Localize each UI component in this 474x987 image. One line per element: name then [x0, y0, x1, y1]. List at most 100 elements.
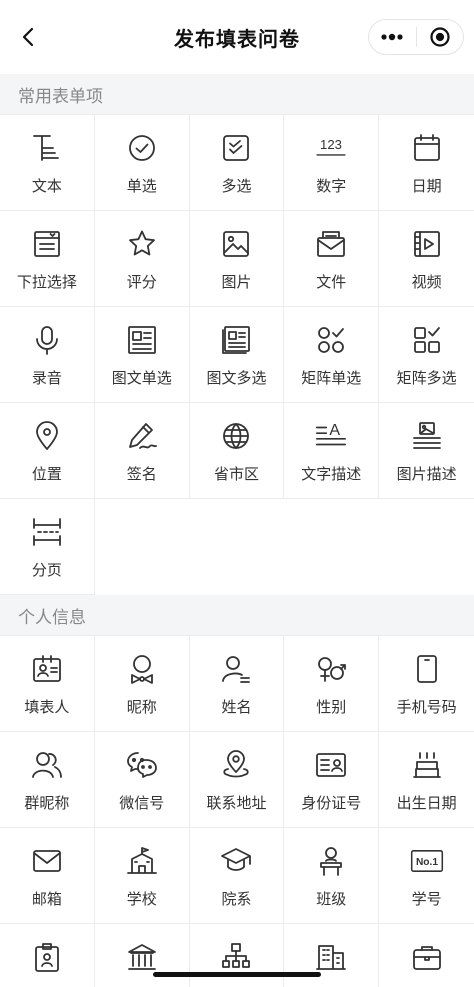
microphone-icon	[30, 323, 64, 357]
video-icon	[410, 227, 444, 261]
field-type-dropdown[interactable]: 下拉选择	[0, 211, 95, 307]
field-type-file[interactable]: 文件	[284, 211, 380, 307]
image-description-icon	[410, 419, 444, 453]
number-icon: 123	[314, 131, 348, 165]
empty-grid-cell	[284, 499, 380, 595]
field-type-pagination[interactable]: 分页	[0, 499, 95, 595]
wechat-icon	[125, 748, 159, 782]
birthday-cake-icon	[410, 748, 444, 782]
field-type-calendar[interactable]: 日期	[379, 115, 474, 211]
field-type-phone[interactable]: 手机号码	[379, 636, 474, 732]
empty-grid-cell	[94, 499, 190, 595]
field-type-label: 数字	[316, 178, 347, 195]
field-type-label: 性别	[316, 699, 347, 716]
empty-grid-cell	[189, 499, 285, 595]
globe-icon	[219, 419, 253, 453]
field-type-id-card[interactable]: 身份证号	[284, 732, 380, 828]
field-type-globe[interactable]: 省市区	[189, 403, 285, 499]
field-type-label: 录音	[31, 370, 62, 387]
briefcase-icon	[410, 940, 444, 974]
nickname-icon	[125, 652, 159, 686]
field-type-label: 分页	[31, 562, 62, 579]
mini-program-capsule	[368, 19, 464, 55]
field-type-label: 填表人	[24, 699, 70, 716]
pagination-icon	[30, 515, 64, 549]
field-type-label: 文本	[31, 178, 62, 195]
field-type-label: 学号	[411, 891, 442, 908]
field-type-star[interactable]: 评分	[94, 211, 190, 307]
field-type-student-number[interactable]: No.1 学号	[379, 828, 474, 924]
image-text-multi-icon	[219, 323, 253, 357]
graduation-cap-icon	[219, 844, 253, 878]
more-button[interactable]	[369, 20, 416, 54]
badge-icon	[30, 940, 64, 974]
field-type-group[interactable]: 群昵称	[0, 732, 95, 828]
field-type-radio-check[interactable]: 单选	[94, 115, 190, 211]
signature-icon	[125, 419, 159, 453]
gender-icon	[314, 652, 348, 686]
field-type-label: 图文单选	[111, 370, 172, 387]
field-type-label: 昵称	[126, 699, 157, 716]
field-type-org-chart[interactable]	[189, 924, 285, 987]
field-type-label: 班级	[316, 891, 347, 908]
field-type-label: 邮箱	[31, 891, 62, 908]
field-type-number[interactable]: 123 数字	[284, 115, 380, 211]
field-type-building[interactable]	[284, 924, 380, 987]
field-type-badge[interactable]	[0, 924, 95, 987]
phone-icon	[410, 652, 444, 686]
bank-icon	[125, 940, 159, 974]
field-type-nickname[interactable]: 昵称	[94, 636, 190, 732]
field-type-id-badge[interactable]: 填表人	[0, 636, 95, 732]
school-icon	[125, 844, 159, 878]
field-type-user-name[interactable]: 姓名	[189, 636, 285, 732]
field-type-label: 日期	[411, 178, 442, 195]
common-fields-grid: 文本 单选 多选 123 数字 日期下拉选择 评分 图片 文件 视频录音 图文单选 图文多选 矩阵单选 矩…	[0, 114, 474, 595]
image-icon	[219, 227, 253, 261]
field-type-label: 图片描述	[396, 466, 457, 483]
chevron-left-icon	[22, 27, 34, 47]
field-type-graduation-cap[interactable]: 院系	[189, 828, 285, 924]
field-type-image-text-single[interactable]: 图文单选	[94, 307, 190, 403]
student-number-icon: No.1	[410, 844, 444, 878]
field-type-label: 矩阵单选	[301, 370, 362, 387]
matrix-multi-icon	[410, 323, 444, 357]
back-button[interactable]	[14, 22, 44, 52]
svg-text:123: 123	[320, 137, 342, 152]
field-type-mail[interactable]: 邮箱	[0, 828, 95, 924]
field-type-label: 院系	[221, 891, 252, 908]
field-type-text[interactable]: 文本	[0, 115, 95, 211]
field-type-label: 姓名	[221, 699, 252, 716]
field-type-label: 单选	[126, 178, 157, 195]
field-type-microphone[interactable]: 录音	[0, 307, 95, 403]
field-type-text-description[interactable]: A 文字描述	[284, 403, 380, 499]
field-type-briefcase[interactable]	[379, 924, 474, 987]
field-type-address[interactable]: 联系地址	[189, 732, 285, 828]
section-header-personal: 个人信息	[0, 595, 474, 635]
group-icon	[30, 748, 64, 782]
field-type-image-description[interactable]: 图片描述	[379, 403, 474, 499]
text-icon	[30, 131, 64, 165]
field-type-matrix-multi[interactable]: 矩阵多选	[379, 307, 474, 403]
field-type-bank[interactable]	[94, 924, 190, 987]
field-type-label: 微信号	[119, 795, 165, 812]
field-type-image-text-multi[interactable]: 图文多选	[189, 307, 285, 403]
field-type-label: 多选	[221, 178, 252, 195]
field-type-matrix-single[interactable]: 矩阵单选	[284, 307, 380, 403]
field-type-image[interactable]: 图片	[189, 211, 285, 307]
field-type-label: 学校	[126, 891, 157, 908]
field-type-label: 出生日期	[396, 795, 457, 812]
field-type-signature[interactable]: 签名	[94, 403, 190, 499]
field-type-school[interactable]: 学校	[94, 828, 190, 924]
field-type-video[interactable]: 视频	[379, 211, 474, 307]
field-type-label: 视频	[411, 274, 442, 291]
field-type-class[interactable]: 班级	[284, 828, 380, 924]
close-miniprogram-button[interactable]	[417, 20, 464, 54]
field-type-wechat[interactable]: 微信号	[94, 732, 190, 828]
field-type-checkbox[interactable]: 多选	[189, 115, 285, 211]
field-type-birthday-cake[interactable]: 出生日期	[379, 732, 474, 828]
file-icon	[314, 227, 348, 261]
text-description-icon: A	[314, 419, 348, 453]
field-type-gender[interactable]: 性别	[284, 636, 380, 732]
address-icon	[219, 748, 253, 782]
field-type-location[interactable]: 位置	[0, 403, 95, 499]
